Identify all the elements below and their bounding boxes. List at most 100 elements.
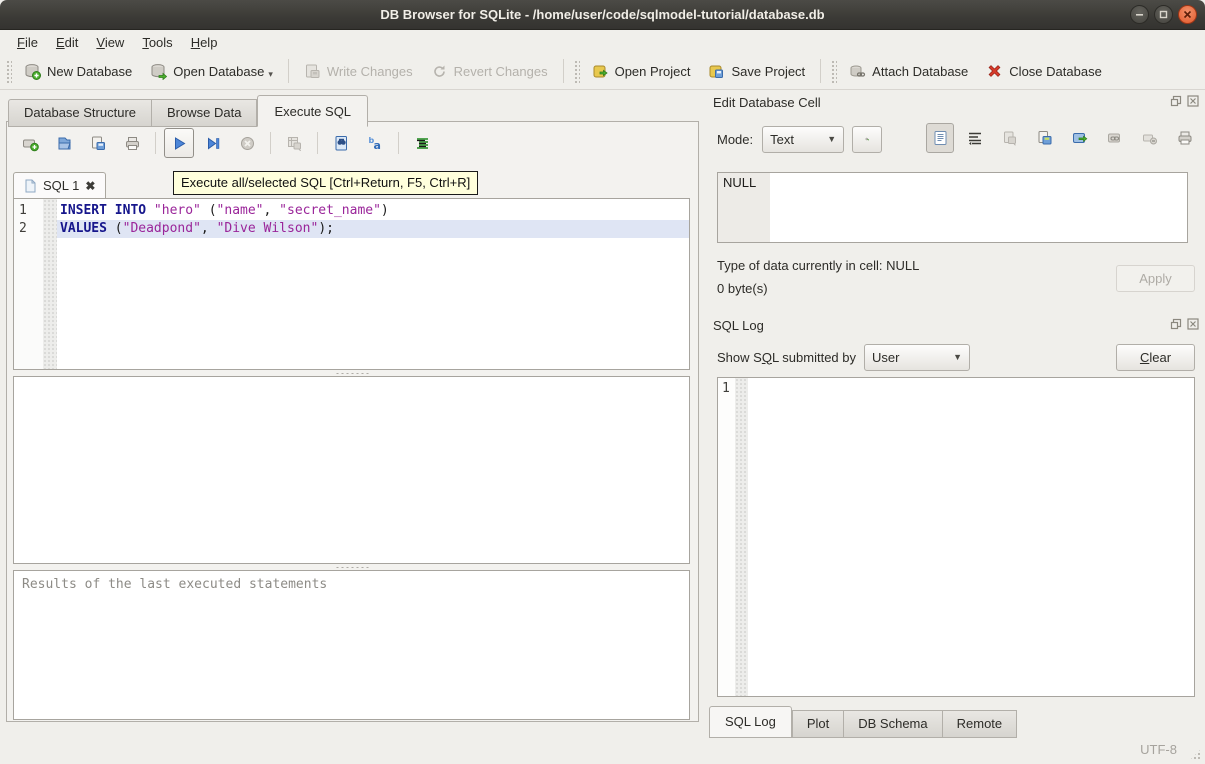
open-project-label: Open Project — [615, 64, 691, 79]
splitter-dots-icon — [335, 566, 369, 569]
minimize-icon — [1135, 10, 1144, 19]
link-icon — [1107, 130, 1123, 146]
execute-tooltip: Execute all/selected SQL [Ctrl+Return, F… — [173, 171, 478, 195]
menu-view[interactable]: View — [87, 33, 133, 52]
maximize-button[interactable] — [1154, 5, 1173, 24]
right-dock-area: Edit Database Cell Mode: — [705, 92, 1205, 744]
close-dock-icon — [1187, 95, 1199, 107]
sql-log-title: SQL Log — [705, 318, 764, 333]
toolbar-drag-handle[interactable] — [5, 59, 12, 83]
cell-edit-area[interactable] — [770, 173, 1187, 242]
copy-link-button — [1101, 123, 1129, 153]
menu-tools[interactable]: Tools — [133, 33, 181, 52]
resize-grip[interactable] — [1189, 748, 1202, 761]
results-message-area[interactable]: Results of the last executed statements — [13, 570, 690, 720]
tab-browse-data[interactable]: Browse Data — [152, 99, 257, 127]
autocomplete-button[interactable]: b a — [360, 128, 390, 158]
attach-database-label: Attach Database — [872, 64, 968, 79]
float-dock-button[interactable] — [1169, 94, 1183, 108]
cell-type-info: Type of data currently in cell: NULL — [717, 258, 919, 273]
toolbar-separator — [820, 59, 821, 83]
fold-margin — [43, 199, 57, 369]
text-mode-button[interactable] — [926, 123, 954, 153]
sql-log-view[interactable]: 1 — [717, 377, 1195, 697]
dock-controls — [1169, 94, 1200, 108]
results-placeholder: Results of the last executed statements — [22, 577, 327, 592]
sql-log-dock-header[interactable]: SQL Log — [705, 315, 1205, 335]
close-button[interactable] — [1178, 5, 1197, 24]
toolbar-drag-handle[interactable] — [830, 59, 837, 83]
edit-cell-title: Edit Database Cell — [705, 95, 821, 110]
toolbar-separator — [155, 132, 156, 154]
float-dock-button[interactable] — [1169, 317, 1183, 331]
menu-edit[interactable]: Edit — [47, 33, 87, 52]
menu-help[interactable]: Help — [182, 33, 227, 52]
minimize-button[interactable] — [1130, 5, 1149, 24]
save-results-button — [279, 128, 309, 158]
cell-value: NULL — [723, 175, 756, 190]
attach-database-button[interactable]: Attach Database — [840, 58, 977, 85]
execute-current-line-icon — [205, 135, 222, 152]
new-database-button[interactable]: New Database — [15, 58, 141, 85]
sql-tab-close-icon[interactable]: ✖ — [85, 179, 95, 193]
open-database-button[interactable]: Open Database ▾ — [141, 58, 282, 85]
menubar: File Edit View Tools Help — [0, 31, 1205, 53]
edit-cell-dock-header[interactable]: Edit Database Cell — [705, 92, 1205, 112]
code-area[interactable]: INSERT INTO "hero" ("name", "secret_name… — [57, 199, 689, 369]
close-icon — [1183, 10, 1192, 19]
statusbar: UTF-8 — [0, 734, 1205, 764]
dock-controls — [1169, 317, 1200, 331]
print-cell-button[interactable] — [1171, 123, 1199, 153]
close-database-button[interactable]: Close Database — [977, 58, 1111, 85]
auto-apply-button[interactable] — [852, 126, 882, 153]
sql-tab[interactable]: SQL 1 ✖ — [13, 172, 106, 199]
mode-select[interactable]: Text ▼ — [762, 126, 844, 153]
print-button[interactable] — [117, 128, 147, 158]
titlebar[interactable]: DB Browser for SQLite - /home/user/code/… — [0, 0, 1205, 30]
word-wrap-button[interactable] — [961, 123, 989, 153]
export-cell-data-button[interactable] — [1031, 123, 1059, 153]
close-dock-button[interactable] — [1186, 317, 1200, 331]
tab-execute-sql[interactable]: Execute SQL — [257, 95, 368, 127]
save-as-icon — [1037, 130, 1053, 146]
execute-current-line-button[interactable] — [198, 128, 228, 158]
cell-null-strip: NULL — [718, 173, 770, 242]
new-sql-tab-button[interactable] — [15, 128, 45, 158]
apply-button: Apply — [1116, 265, 1195, 292]
submitted-by-select[interactable]: User ▼ — [864, 344, 970, 371]
cell-size-info: 0 byte(s) — [717, 281, 768, 296]
sql-code-editor[interactable]: 1 2 INSERT INTO "hero" ("name", "secret_… — [13, 198, 690, 370]
cell-value-editor[interactable]: NULL — [717, 172, 1188, 243]
encoding-indicator[interactable]: UTF-8 — [1140, 742, 1177, 757]
close-dock-button[interactable] — [1186, 94, 1200, 108]
splitter-dots-icon — [335, 372, 369, 375]
execute-all-button[interactable] — [164, 128, 194, 158]
toolbar-drag-handle[interactable] — [573, 59, 580, 83]
format-sql-icon — [414, 135, 431, 152]
log-text-area[interactable] — [748, 378, 1194, 696]
clear-log-button[interactable]: Clear — [1116, 344, 1195, 371]
save-project-button[interactable]: Save Project — [699, 58, 814, 85]
print-icon — [124, 135, 141, 152]
new-database-icon — [24, 63, 41, 80]
close-dock-icon — [1187, 318, 1199, 330]
tab-database-structure[interactable]: Database Structure — [8, 99, 152, 127]
save-sql-file-button[interactable] — [83, 128, 113, 158]
mode-label: Mode: — [717, 132, 753, 147]
print-cell-icon — [1177, 130, 1193, 146]
open-in-external-button[interactable] — [1066, 123, 1094, 153]
format-sql-button[interactable] — [407, 128, 437, 158]
float-icon — [1170, 95, 1182, 107]
open-sql-file-button[interactable] — [49, 128, 79, 158]
toolbar-separator — [398, 132, 399, 154]
svg-text:a: a — [373, 139, 380, 152]
find-in-sql-button[interactable] — [326, 128, 356, 158]
results-grid[interactable] — [13, 376, 690, 564]
attach-database-icon — [849, 63, 866, 80]
window-title: DB Browser for SQLite - /home/user/code/… — [380, 7, 824, 22]
open-database-dropdown-arrow[interactable]: ▾ — [268, 69, 273, 80]
menu-file[interactable]: File — [8, 33, 47, 52]
set-null-icon — [1142, 130, 1158, 146]
open-project-button[interactable]: Open Project — [583, 58, 700, 85]
maximize-icon — [1159, 10, 1168, 19]
